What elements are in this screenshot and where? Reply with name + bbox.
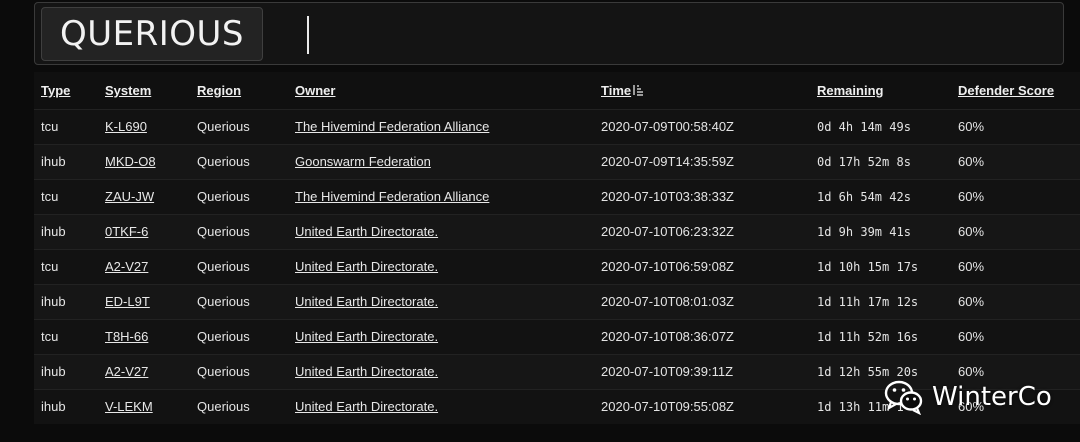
cell-owner-link[interactable]: United Earth Directorate. bbox=[288, 284, 594, 319]
cell-remaining: 1d 10h 15m 17s bbox=[817, 259, 919, 274]
cell-remaining: 0d 17h 52m 8s bbox=[817, 154, 911, 169]
cell-time: 2020-07-10T06:23:32Z bbox=[601, 224, 734, 239]
cell-type: ihub bbox=[41, 154, 66, 169]
cell-region: Querious bbox=[197, 364, 250, 379]
cell-time: 2020-07-10T09:39:11Z bbox=[601, 364, 734, 379]
cell-region: Querious bbox=[197, 189, 250, 204]
cell-region: Querious bbox=[197, 119, 250, 134]
table-header-row: Type System Region Owner Time Remaining … bbox=[34, 72, 1080, 109]
cell-owner-link[interactable]: United Earth Directorate. bbox=[288, 354, 594, 389]
cell-region: Querious bbox=[197, 154, 250, 169]
cell-system-link[interactable]: ED-L9T bbox=[98, 284, 190, 319]
table-row: tcu K-L690 Querious The Hivemind Federation… bbox=[34, 109, 1080, 144]
results-table: Type System Region Owner Time Remaining … bbox=[34, 72, 1080, 424]
cell-type: ihub bbox=[41, 399, 66, 415]
cell-type: tcu bbox=[41, 329, 59, 344]
cell-defender-score: 60% bbox=[958, 154, 985, 169]
cell-type: tcu bbox=[41, 259, 59, 274]
cell-defender-score: 60% bbox=[958, 189, 985, 204]
table-row: tcu T8H-66 Querious United Earth Directorat… bbox=[34, 319, 1080, 354]
cell-time: 2020-07-09T00:58:40Z bbox=[601, 119, 734, 134]
cell-owner-link[interactable]: The Hivemind Federation Alliance bbox=[288, 179, 594, 214]
cell-system-link[interactable]: MKD-O8 bbox=[98, 144, 190, 179]
search-query-chip[interactable]: QUERIOUS bbox=[41, 7, 264, 61]
cell-type: ihub bbox=[41, 224, 66, 239]
watermark: WinterCo bbox=[884, 373, 1052, 421]
cell-time: 2020-07-10T08:01:03Z bbox=[601, 294, 734, 309]
cell-time: 2020-07-09T14:35:59Z bbox=[601, 154, 734, 169]
cell-owner-link[interactable]: United Earth Directorate. bbox=[288, 389, 594, 424]
cell-defender-score: 60% bbox=[958, 259, 985, 274]
text-caret bbox=[307, 16, 309, 54]
cell-time: 2020-07-10T09:55:08Z bbox=[601, 399, 734, 415]
table-row: tcu A2-V27 Querious United Earth Directorat… bbox=[34, 249, 1080, 284]
cell-remaining: 1d 6h 54m 42s bbox=[817, 189, 911, 204]
search-bar[interactable]: QUERIOUS bbox=[34, 2, 1064, 65]
column-header-region[interactable]: Region bbox=[190, 72, 288, 109]
table-row: tcu ZAU-JW Querious The Hivemind Federation… bbox=[34, 179, 1080, 214]
cell-region: Querious bbox=[197, 259, 250, 274]
cell-system-link[interactable]: 0TKF-6 bbox=[98, 214, 190, 249]
cell-remaining: 1d 9h 39m 41s bbox=[817, 224, 911, 239]
cell-system-link[interactable]: A2-V27 bbox=[98, 354, 190, 389]
column-header-type[interactable]: Type bbox=[34, 72, 98, 109]
cell-region: Querious bbox=[197, 329, 250, 344]
cell-system-link[interactable]: V-LEKM bbox=[98, 389, 190, 424]
cell-owner-link[interactable]: The Hivemind Federation Alliance bbox=[288, 109, 594, 144]
watermark-text: WinterCo bbox=[932, 382, 1052, 412]
cell-remaining: 1d 11h 52m 16s bbox=[817, 329, 919, 344]
results-table-container: Type System Region Owner Time Remaining … bbox=[34, 72, 1080, 424]
sort-ascending-icon bbox=[633, 84, 644, 96]
table-row: ihub MKD-O8 Querious Goonswarm Federation 20… bbox=[34, 144, 1080, 179]
column-header-defender-score[interactable]: Defender Score bbox=[951, 72, 1080, 109]
column-header-remaining[interactable]: Remaining bbox=[810, 72, 951, 109]
cell-system-link[interactable]: T8H-66 bbox=[98, 319, 190, 354]
cell-defender-score: 60% bbox=[958, 119, 985, 134]
cell-owner-link[interactable]: Goonswarm Federation bbox=[288, 144, 594, 179]
cell-type: tcu bbox=[41, 189, 59, 204]
cell-type: tcu bbox=[41, 119, 59, 134]
wechat-icon bbox=[884, 380, 923, 415]
cell-remaining: 0d 4h 14m 49s bbox=[817, 119, 911, 134]
cell-region: Querious bbox=[197, 294, 250, 309]
cell-defender-score: 60% bbox=[958, 329, 985, 344]
cell-owner-link[interactable]: United Earth Directorate. bbox=[288, 214, 594, 249]
table-row: ihub 0TKF-6 Querious United Earth Directora… bbox=[34, 214, 1080, 249]
cell-type: ihub bbox=[41, 364, 66, 379]
column-header-time-label: Time bbox=[601, 82, 632, 98]
cell-system-link[interactable]: A2-V27 bbox=[98, 249, 190, 284]
column-header-time[interactable]: Time bbox=[594, 72, 810, 109]
cell-defender-score: 60% bbox=[958, 294, 985, 309]
cell-system-link[interactable]: K-L690 bbox=[98, 109, 190, 144]
cell-time: 2020-07-10T06:59:08Z bbox=[601, 259, 734, 274]
cell-owner-link[interactable]: United Earth Directorate. bbox=[288, 319, 594, 354]
cell-type: ihub bbox=[41, 294, 66, 309]
column-header-system[interactable]: System bbox=[98, 72, 190, 109]
cell-system-link[interactable]: ZAU-JW bbox=[98, 179, 190, 214]
column-header-owner[interactable]: Owner bbox=[288, 72, 594, 109]
cell-remaining: 1d 11h 17m 12s bbox=[817, 294, 919, 309]
table-row: ihub ED-L9T Querious United Earth Directora… bbox=[34, 284, 1080, 319]
cell-time: 2020-07-10T08:36:07Z bbox=[601, 329, 734, 344]
cell-defender-score: 60% bbox=[958, 224, 985, 239]
cell-time: 2020-07-10T03:38:33Z bbox=[601, 189, 734, 204]
cell-region: Querious bbox=[197, 224, 250, 239]
cell-region: Querious bbox=[197, 399, 250, 415]
cell-owner-link[interactable]: United Earth Directorate. bbox=[288, 249, 594, 284]
